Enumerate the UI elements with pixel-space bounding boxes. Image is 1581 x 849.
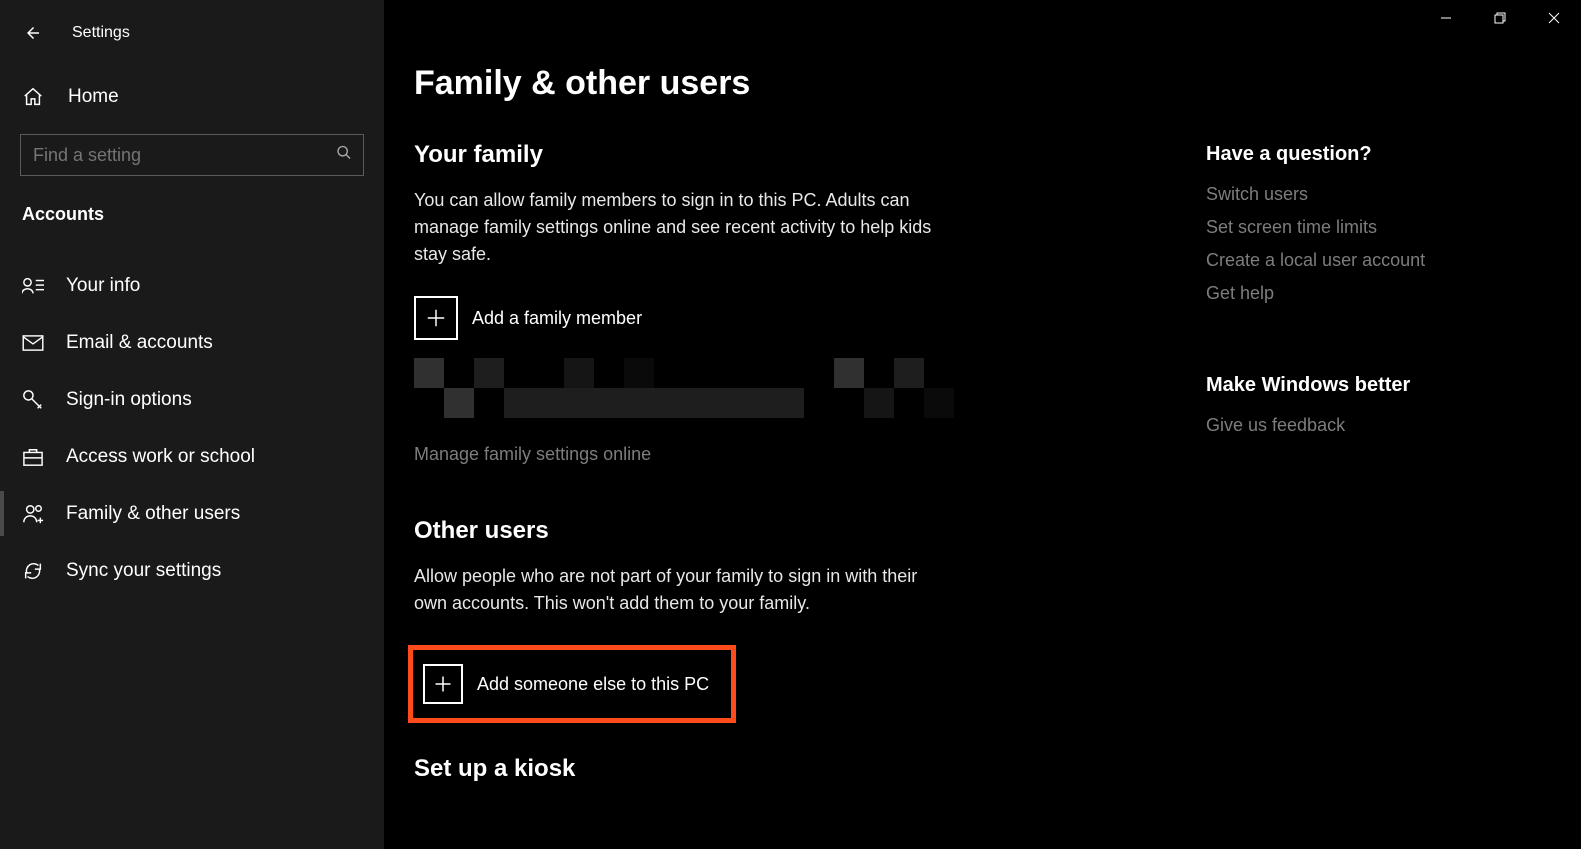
- your-family-description: You can allow family members to sign in …: [414, 187, 934, 268]
- add-family-member-label: Add a family member: [472, 308, 642, 329]
- search-input[interactable]: [20, 134, 364, 176]
- manage-family-settings-link[interactable]: Manage family settings online: [414, 444, 974, 465]
- main-content: Family & other users Your family You can…: [384, 0, 1581, 849]
- sidebar-item-label: Email & accounts: [66, 332, 213, 354]
- your-family-heading: Your family: [414, 141, 974, 169]
- sidebar-item-label: Access work or school: [66, 446, 255, 468]
- close-button[interactable]: [1527, 0, 1581, 36]
- minimize-button[interactable]: [1419, 0, 1473, 36]
- help-link-local-user[interactable]: Create a local user account: [1206, 250, 1506, 271]
- add-family-member-button[interactable]: Add a family member: [414, 296, 974, 340]
- other-users-heading: Other users: [414, 517, 974, 545]
- sidebar-item-family-other-users[interactable]: Family & other users: [0, 485, 384, 542]
- help-link-screen-time[interactable]: Set screen time limits: [1206, 217, 1506, 238]
- briefcase-icon: [22, 446, 44, 468]
- sidebar-item-access-work-school[interactable]: Access work or school: [0, 428, 384, 485]
- sidebar-item-label: Sync your settings: [66, 560, 221, 582]
- titlebar: Settings: [0, 10, 384, 50]
- person-card-icon: [22, 275, 44, 297]
- search-container: [20, 134, 364, 176]
- add-someone-else-button[interactable]: Add someone else to this PC: [408, 645, 736, 723]
- other-users-description: Allow people who are not part of your fa…: [414, 563, 934, 617]
- plus-icon: [414, 296, 458, 340]
- sidebar-item-label: Sign-in options: [66, 389, 192, 411]
- key-icon: [22, 389, 44, 411]
- have-a-question-heading: Have a question?: [1206, 143, 1506, 166]
- sidebar-item-your-info[interactable]: Your info: [0, 257, 384, 314]
- home-label: Home: [68, 86, 119, 108]
- plus-icon: [423, 664, 463, 704]
- maximize-button[interactable]: [1473, 0, 1527, 36]
- page-title: Family & other users: [414, 64, 1581, 103]
- make-windows-better-heading: Make Windows better: [1206, 374, 1506, 397]
- sidebar: Settings Home Accounts Your info Email &…: [0, 0, 384, 849]
- help-link-get-help[interactable]: Get help: [1206, 283, 1506, 304]
- sidebar-item-label: Family & other users: [66, 503, 240, 525]
- content-column: Your family You can allow family members…: [414, 141, 974, 801]
- category-heading: Accounts: [0, 176, 384, 239]
- help-link-switch-users[interactable]: Switch users: [1206, 184, 1506, 205]
- sidebar-item-label: Your info: [66, 275, 140, 297]
- set-up-kiosk-heading: Set up a kiosk: [414, 755, 974, 783]
- family-member-entry[interactable]: [414, 358, 954, 418]
- people-add-icon: [22, 503, 44, 525]
- sidebar-item-sync-settings[interactable]: Sync your settings: [0, 542, 384, 599]
- search-icon: [336, 145, 352, 166]
- add-someone-else-label: Add someone else to this PC: [477, 674, 709, 695]
- mail-icon: [22, 332, 44, 354]
- sidebar-item-sign-in-options[interactable]: Sign-in options: [0, 371, 384, 428]
- window-controls: [1419, 0, 1581, 36]
- back-icon[interactable]: [22, 22, 44, 44]
- help-column: Have a question? Switch users Set screen…: [1206, 141, 1506, 801]
- sidebar-item-email-accounts[interactable]: Email & accounts: [0, 314, 384, 371]
- window-title: Settings: [72, 24, 130, 42]
- home-icon: [22, 86, 44, 108]
- give-feedback-link[interactable]: Give us feedback: [1206, 415, 1506, 436]
- sync-icon: [22, 560, 44, 582]
- sidebar-nav: Your info Email & accounts Sign-in optio…: [0, 257, 384, 599]
- home-button[interactable]: Home: [0, 76, 384, 118]
